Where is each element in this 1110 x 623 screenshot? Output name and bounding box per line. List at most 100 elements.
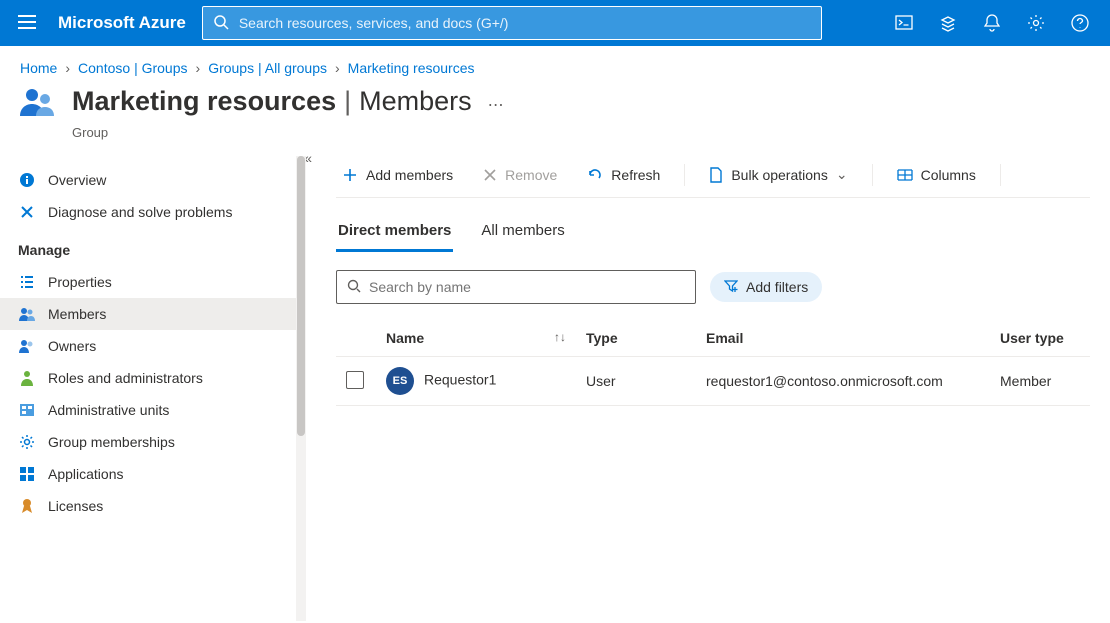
sort-icon[interactable]: ↑↓ — [554, 330, 566, 344]
sidebar-item-licenses[interactable]: Licenses — [0, 490, 306, 522]
brand-logo[interactable]: Microsoft Azure — [58, 13, 186, 33]
bulk-label: Bulk operations — [731, 167, 828, 183]
row-checkbox[interactable] — [346, 371, 364, 389]
plus-icon — [342, 167, 358, 183]
title-separator: | — [344, 86, 351, 117]
toolbar-divider — [684, 164, 685, 186]
group-icon — [20, 86, 58, 121]
columns-button[interactable]: Columns — [891, 163, 982, 187]
sidebar-item-diagnose[interactable]: Diagnose and solve problems — [0, 196, 306, 228]
breadcrumb: Home › Contoso | Groups › Groups | All g… — [0, 46, 1110, 86]
page-subtitle: Members — [359, 86, 472, 117]
sidebar-item-label: Diagnose and solve problems — [48, 204, 232, 220]
sidebar-item-label: Licenses — [48, 498, 103, 514]
refresh-button[interactable]: Refresh — [581, 163, 666, 187]
member-type: User — [576, 357, 696, 406]
col-email[interactable]: Email — [696, 320, 990, 357]
refresh-icon — [587, 167, 603, 183]
sidebar-section-manage: Manage — [0, 228, 306, 266]
admin-units-icon — [18, 403, 36, 417]
sidebar-item-admin-units[interactable]: Administrative units — [0, 394, 306, 426]
sidebar-item-applications[interactable]: Applications — [0, 458, 306, 490]
file-icon — [709, 167, 723, 183]
tab-all-members[interactable]: All members — [479, 216, 566, 252]
notifications-icon[interactable] — [974, 5, 1010, 41]
members-icon — [18, 307, 36, 321]
member-email: requestor1@contoso.onmicrosoft.com — [696, 357, 990, 406]
toolbar-divider — [1000, 164, 1001, 186]
columns-label: Columns — [921, 167, 976, 183]
page-title: Marketing resources — [72, 86, 336, 117]
sidebar-item-label: Applications — [48, 466, 124, 482]
scrollbar[interactable] — [296, 156, 306, 621]
refresh-label: Refresh — [611, 167, 660, 183]
command-bar: Add members Remove Refresh Bulk operatio… — [336, 162, 1090, 198]
col-name[interactable]: Name — [386, 330, 424, 346]
properties-icon — [18, 274, 36, 290]
sidebar-item-roles[interactable]: Roles and administrators — [0, 362, 306, 394]
breadcrumb-contoso-groups[interactable]: Contoso | Groups — [78, 60, 187, 76]
chevron-right-icon: › — [335, 60, 340, 76]
sidebar-item-label: Administrative units — [48, 402, 169, 418]
diagnose-icon — [18, 204, 36, 220]
breadcrumb-current[interactable]: Marketing resources — [348, 60, 475, 76]
directories-icon[interactable] — [930, 5, 966, 41]
tab-direct-members[interactable]: Direct members — [336, 216, 453, 252]
sidebar-item-label: Roles and administrators — [48, 370, 203, 386]
remove-button: Remove — [477, 163, 563, 187]
global-search[interactable] — [202, 6, 822, 40]
filter-icon — [724, 279, 738, 296]
sidebar-item-group-memberships[interactable]: Group memberships — [0, 426, 306, 458]
search-by-name[interactable] — [336, 270, 696, 304]
add-members-label: Add members — [366, 167, 453, 183]
page-header: Marketing resources | Members ⋯ Group — [0, 86, 1110, 156]
bulk-operations-button[interactable]: Bulk operations ⌄ — [703, 162, 853, 187]
avatar: ES — [386, 367, 414, 395]
azure-topbar: Microsoft Azure — [0, 0, 1110, 46]
sidebar-item-overview[interactable]: Overview — [0, 164, 306, 196]
chevron-right-icon: › — [196, 60, 201, 76]
main-content: Add members Remove Refresh Bulk operatio… — [306, 156, 1110, 621]
hamburger-icon[interactable] — [12, 9, 42, 38]
sidebar-item-owners[interactable]: Owners — [0, 330, 306, 362]
global-search-input[interactable] — [239, 15, 811, 31]
table-row[interactable]: ES Requestor1 User requestor1@contoso.onm… — [336, 357, 1090, 406]
sidebar-item-members[interactable]: Members — [0, 298, 306, 330]
columns-icon — [897, 168, 913, 182]
member-usertype: Member — [990, 357, 1090, 406]
search-icon — [213, 14, 229, 33]
col-usertype[interactable]: User type — [990, 320, 1090, 357]
sidebar-item-label: Overview — [48, 172, 106, 188]
sidebar-item-label: Members — [48, 306, 106, 322]
sidebar-item-properties[interactable]: Properties — [0, 266, 306, 298]
search-by-name-input[interactable] — [369, 279, 685, 295]
search-icon — [347, 279, 361, 296]
info-icon — [18, 172, 36, 188]
breadcrumb-all-groups[interactable]: Groups | All groups — [208, 60, 327, 76]
col-type[interactable]: Type — [576, 320, 696, 357]
add-members-button[interactable]: Add members — [336, 163, 459, 187]
settings-icon[interactable] — [1018, 5, 1054, 41]
resource-type-label: Group — [72, 125, 512, 140]
cloud-shell-icon[interactable] — [886, 5, 922, 41]
owners-icon — [18, 339, 36, 353]
help-icon[interactable] — [1062, 5, 1098, 41]
roles-icon — [18, 370, 36, 386]
sidebar-item-label: Group memberships — [48, 434, 175, 450]
sidebar: « Overview Diagnose and solve problems M… — [0, 156, 306, 621]
sidebar-item-label: Owners — [48, 338, 96, 354]
member-tabs: Direct members All members — [336, 216, 1090, 252]
sidebar-item-label: Properties — [48, 274, 112, 290]
member-name[interactable]: Requestor1 — [424, 372, 496, 388]
licenses-icon — [18, 498, 36, 514]
chevron-right-icon: › — [65, 60, 70, 76]
remove-label: Remove — [505, 167, 557, 183]
filter-row: Add filters — [336, 270, 1090, 304]
more-actions-button[interactable]: ⋯ — [480, 87, 512, 123]
breadcrumb-home[interactable]: Home — [20, 60, 57, 76]
add-filters-button[interactable]: Add filters — [710, 272, 822, 302]
chevron-down-icon: ⌄ — [836, 166, 848, 183]
add-filters-label: Add filters — [746, 279, 808, 295]
toolbar-divider — [872, 164, 873, 186]
members-table: Name ↑↓ Type Email User type ES Requestor1… — [336, 320, 1090, 406]
